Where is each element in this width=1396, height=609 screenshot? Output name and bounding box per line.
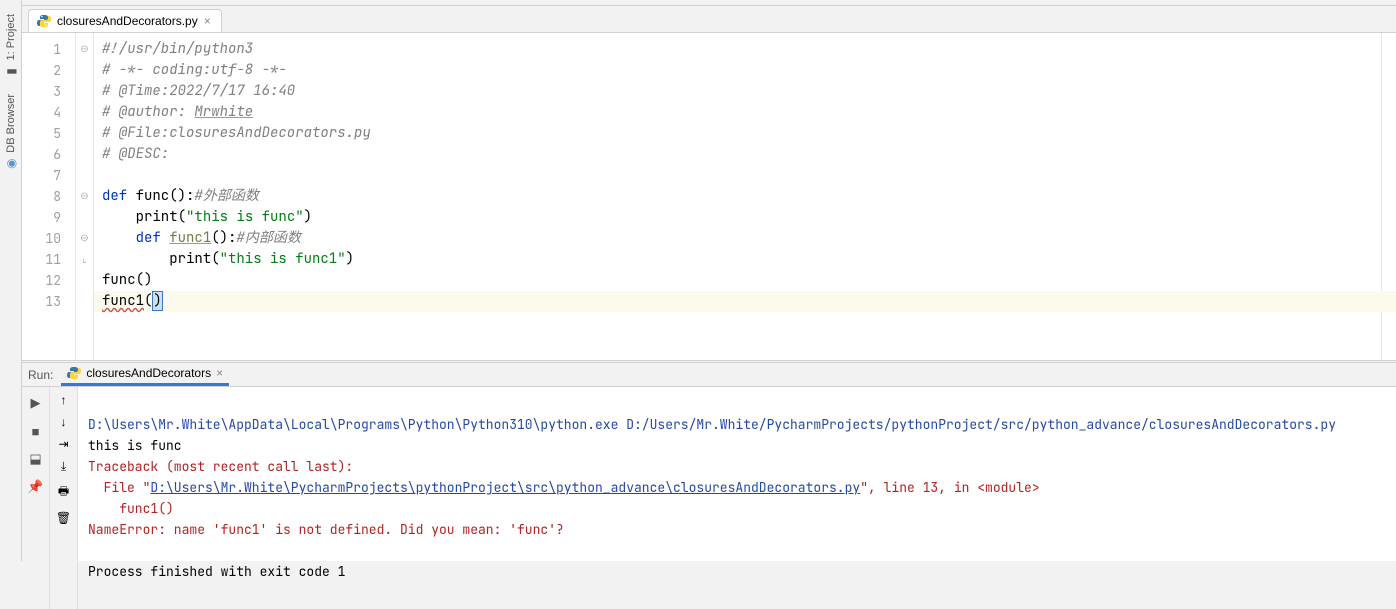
line-number[interactable]: 2 [22, 60, 75, 81]
code-text: ( [178, 208, 186, 226]
line-number[interactable]: 4 [22, 102, 75, 123]
code-text: func [136, 187, 170, 205]
line-number[interactable]: 11 [22, 249, 75, 270]
file-tab[interactable]: closuresAndDecorators.py × [28, 9, 222, 32]
code-text: func1 [169, 229, 211, 247]
code-text: func() [102, 271, 152, 289]
project-tool-button[interactable]: ▮ 1: Project [2, 8, 20, 84]
code-text: ( [211, 250, 219, 268]
line-number[interactable]: 1 [22, 39, 75, 60]
run-toolbar-secondary: ↑ ↓ ⇥ ⤓ 🖶 🗑 [50, 387, 78, 609]
run-body: ▶ ■ ⬓ 📌 ↑ ↓ ⇥ ⤓ 🖶 🗑 D:\Users\Mr.White\Ap… [22, 387, 1396, 609]
line-number-gutter: 1 2 3 4 5 6 7 8 9 10 11 12 13 [22, 33, 76, 360]
code-text: # @Time:2022/7/17 16:40 [102, 82, 295, 100]
fold-mark[interactable]: ⊖ [76, 228, 93, 249]
scroll-to-end-icon[interactable]: ⤓ [61, 459, 66, 474]
db-browser-tool-button[interactable]: ◉ DB Browser [2, 88, 20, 177]
code-text: # @File:closuresAndDecorators.py [102, 124, 371, 142]
project-label: 1: Project [5, 14, 17, 60]
run-toolbar-primary: ▶ ■ ⬓ 📌 [22, 387, 50, 609]
code-text: # @author: [102, 103, 194, 121]
run-config-tab[interactable]: closuresAndDecorators × [61, 363, 229, 386]
line-number[interactable]: 6 [22, 144, 75, 165]
python-file-icon [67, 366, 81, 380]
code-text: (): [169, 187, 194, 205]
console-line: D:\Users\Mr.White\AppData\Local\Programs… [88, 416, 1336, 433]
line-number[interactable]: 8 [22, 186, 75, 207]
code-text: ) [152, 291, 162, 311]
db-browser-label: DB Browser [5, 94, 17, 153]
soft-wrap-icon[interactable]: ⇥ [58, 437, 68, 451]
layout-icon[interactable]: ⬓ [26, 449, 46, 469]
code-text: def [136, 229, 170, 247]
code-text: # -*- coding:utf-8 -*- [102, 61, 287, 79]
pin-icon[interactable]: 📌 [26, 477, 46, 497]
console-line: func1() [88, 500, 174, 517]
code-text: print [136, 208, 178, 226]
folder-icon: ▮ [4, 64, 18, 78]
left-tool-rail: ▮ 1: Project ◉ DB Browser [0, 0, 22, 561]
console-line: ", line 13, in <module> [860, 479, 1039, 496]
code-text: #!/usr/bin/python3 [102, 40, 253, 58]
fold-end[interactable]: ⌞ [76, 249, 93, 270]
code-text [102, 250, 169, 268]
line-number[interactable]: 10 [22, 228, 75, 249]
run-header: Run: closuresAndDecorators × [22, 363, 1396, 387]
run-label: Run: [28, 368, 53, 382]
code-text [102, 208, 136, 226]
code-text [102, 229, 136, 247]
trash-icon[interactable]: 🗑 [56, 511, 71, 525]
console-line: Process finished with exit code 1 [88, 563, 345, 580]
code-text: (): [211, 229, 236, 247]
stop-icon[interactable]: ■ [26, 421, 46, 441]
code-text: "this is func1" [220, 250, 346, 268]
console-line: this is func [88, 437, 182, 454]
fold-mark[interactable]: ⊖ [76, 186, 93, 207]
editor-tab-row: closuresAndDecorators.py × [22, 6, 1396, 32]
code-text: ) [304, 208, 312, 226]
app-root: ▮ 1: Project ◉ DB Browser closuresAndDec… [0, 0, 1396, 561]
up-icon[interactable]: ↑ [61, 393, 67, 407]
code-text: func1 [102, 292, 144, 310]
line-number[interactable]: 3 [22, 81, 75, 102]
code-text: def [102, 187, 136, 205]
run-tool-window: Run: closuresAndDecorators × ▶ ■ ⬓ 📌 [22, 363, 1396, 561]
line-number[interactable]: 13 [22, 291, 75, 312]
editor: 1 2 3 4 5 6 7 8 9 10 11 12 13 ⊖ ⊖ ⊖ ⌞ [22, 32, 1396, 360]
main-area: closuresAndDecorators.py × 1 2 3 4 5 6 7… [22, 0, 1396, 561]
code-text: "this is func" [186, 208, 304, 226]
close-icon[interactable]: × [216, 366, 223, 380]
code-text: #内部函数 [236, 229, 300, 247]
console-line: Traceback (most recent call last): [88, 458, 353, 475]
line-number[interactable]: 12 [22, 270, 75, 291]
console-output[interactable]: D:\Users\Mr.White\AppData\Local\Programs… [78, 387, 1396, 609]
python-file-icon [37, 14, 51, 28]
line-number[interactable]: 7 [22, 165, 75, 186]
file-tab-label: closuresAndDecorators.py [57, 14, 198, 28]
code-text: # @DESC: [102, 145, 169, 163]
console-file-link[interactable]: D:\Users\Mr.White\PycharmProjects\python… [150, 479, 860, 496]
fold-gutter: ⊖ ⊖ ⊖ ⌞ [76, 33, 94, 360]
console-line: File " [88, 479, 150, 496]
console-line: NameError: name 'func1' is not defined. … [88, 521, 564, 538]
run-tab-label: closuresAndDecorators [86, 366, 211, 380]
code-text [94, 165, 1381, 186]
line-number[interactable]: 9 [22, 207, 75, 228]
code-area[interactable]: #!/usr/bin/python3 # -*- coding:utf-8 -*… [94, 33, 1382, 360]
fold-mark[interactable]: ⊖ [76, 39, 93, 60]
rerun-icon[interactable]: ▶ [26, 393, 46, 413]
code-text: ) [346, 250, 354, 268]
down-icon[interactable]: ↓ [61, 415, 67, 429]
print-icon[interactable]: 🖶 [58, 482, 69, 503]
code-text: Mrwhite [194, 103, 253, 121]
line-number[interactable]: 5 [22, 123, 75, 144]
code-text: #外部函数 [194, 187, 258, 205]
db-icon: ◉ [4, 157, 18, 171]
close-icon[interactable]: × [204, 14, 211, 28]
code-text: print [169, 250, 211, 268]
